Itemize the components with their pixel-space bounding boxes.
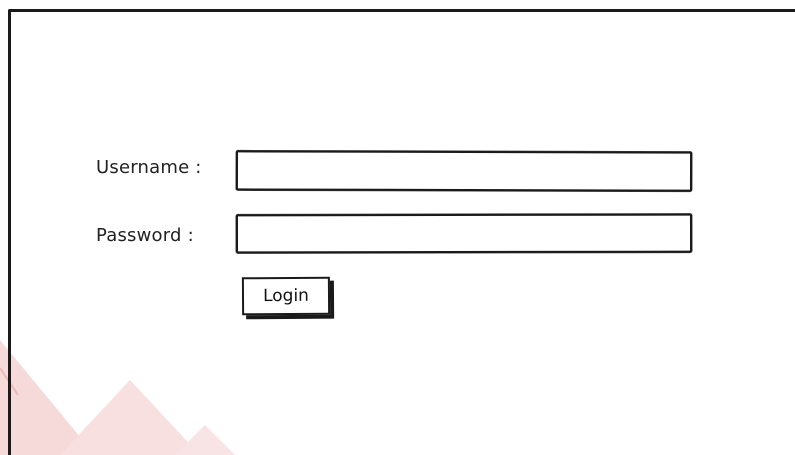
login-window: Username : Password : Login (0, 0, 795, 455)
username-label: Username : (96, 157, 202, 178)
password-label: Password : (96, 225, 194, 246)
username-input[interactable] (235, 150, 693, 192)
password-input[interactable] (235, 213, 693, 254)
login-button[interactable]: Login (241, 276, 331, 316)
